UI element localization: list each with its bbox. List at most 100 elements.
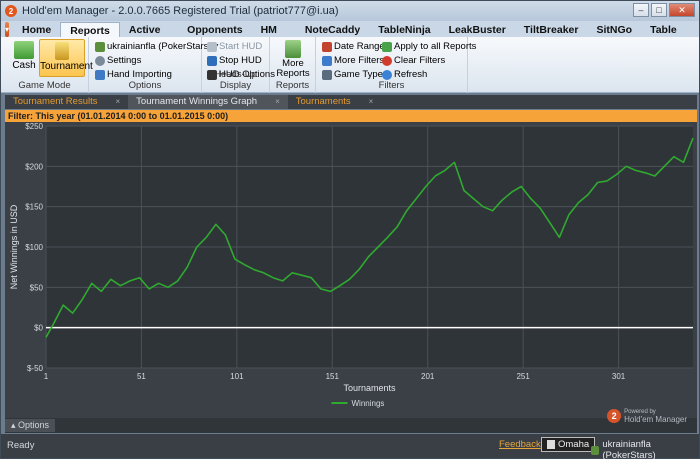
calendar-icon [322, 41, 332, 52]
active-player-text: ukrainianfla (PokerStars) [602, 439, 656, 459]
game-type-indicator[interactable]: Omaha [541, 437, 596, 452]
apply-icon [382, 41, 392, 52]
close-icon[interactable]: × [275, 95, 280, 109]
player-icon [95, 41, 105, 52]
y-tick-label: $-50 [27, 364, 44, 373]
legend-label: Winnings [352, 399, 385, 408]
player-selector[interactable]: ukrainianfla (PokerStars) ▾ [95, 40, 218, 53]
feedback-link[interactable]: Feedback [499, 439, 541, 450]
more-filters-button[interactable]: More Filters [322, 54, 384, 67]
stop-icon [207, 55, 217, 66]
tab-tableninja[interactable]: TableNinja [369, 22, 439, 38]
options-toggle-button[interactable]: ▴ Options [5, 419, 56, 432]
tab-opponents[interactable]: Opponents [178, 22, 251, 38]
tab-tournaments-label: Tournaments [295, 96, 351, 107]
cash-icon [14, 41, 34, 59]
tab-tournament-winnings-graph[interactable]: Tournament Winnings Graph × [128, 95, 288, 109]
settings-button[interactable]: Settings [95, 54, 141, 67]
minimize-button[interactable]: – [633, 3, 649, 17]
game-mode-group-label: Game Mode [18, 80, 71, 91]
x-tick-label: 1 [44, 372, 49, 381]
import-icon [95, 69, 105, 80]
tab-active-session[interactable]: Active Session [120, 22, 178, 52]
game-type-text: Omaha [558, 439, 590, 450]
more-filters-label: More Filters [334, 55, 385, 66]
stop-hud-label: Stop HUD [219, 55, 262, 66]
reports-group-label: Reports [275, 80, 310, 91]
tab-leakbuster[interactable]: LeakBuster [440, 22, 515, 38]
title-bar: 2 Hold'em Manager - 2.0.0.7665 Registere… [1, 1, 699, 21]
hud-group-label: Heads-Up Display [214, 69, 257, 91]
holdem-manager-logo-icon: 2 [5, 5, 17, 17]
card-icon [547, 440, 555, 449]
app-menu-button[interactable]: ▾ [5, 22, 10, 37]
winnings-chart: $-50$0$50$100$150$200$2501 51 101 151 201 251… [9, 122, 694, 408]
maximize-button[interactable]: □ [651, 3, 667, 17]
report-icon [285, 40, 301, 58]
settings-label: Settings [107, 55, 142, 66]
y-tick-label: $100 [25, 243, 43, 252]
chevron-up-icon: ▴ [11, 420, 19, 430]
player-icon [591, 445, 600, 455]
tab-reports[interactable]: Reports [60, 22, 120, 38]
apply-to-all-reports-button[interactable]: Apply to all Reports [382, 40, 476, 53]
apply-to-all-reports-label: Apply to all Reports [394, 41, 477, 52]
tab-notecaddy[interactable]: NoteCaddy [296, 22, 369, 38]
y-tick-label: $0 [34, 324, 43, 333]
options-group-label: Options [128, 80, 162, 91]
tab-sitngo-wizard[interactable]: SitNGo Wizard 2 [587, 22, 641, 68]
powered-by-badge: 2 Powered by Hold'em Manager [607, 409, 687, 424]
tab-table-scanner[interactable]: Table Scanner 2 (Beta) [641, 22, 700, 68]
stop-hud-button[interactable]: Stop HUD [207, 54, 262, 67]
graph-options-bar: ▴ Options 2 Powered by Hold'em Manager [5, 409, 697, 433]
ribbon-tab-bar: ▾ Home Reports Active Session Opponents … [1, 21, 700, 68]
status-text: Ready [7, 440, 35, 451]
play-icon [207, 41, 217, 52]
x-tick-label: 301 [612, 372, 626, 381]
clear-filters-label: Clear Filters [394, 55, 446, 66]
options-group: ukrainianfla (PokerStars) ▾ Settings Han… [89, 37, 218, 93]
filter-icon [322, 55, 332, 66]
more-reports-label: More Reports [276, 58, 310, 79]
tab-home[interactable]: Home [13, 22, 60, 38]
y-tick-label: $150 [25, 203, 43, 212]
clear-filters-button[interactable]: Clear Filters [382, 54, 445, 67]
filters-group-label: Filters [378, 80, 405, 91]
x-tick-label: 201 [421, 372, 435, 381]
close-icon[interactable]: × [369, 95, 374, 109]
start-hud-button[interactable]: Start HUD [207, 40, 262, 53]
tournament-button[interactable]: Tournament [39, 39, 93, 77]
x-tick-label: 101 [230, 372, 244, 381]
close-button[interactable]: ✕ [669, 3, 695, 17]
more-reports-button[interactable]: More Reports [272, 38, 314, 79]
status-bar: Ready Feedback Omaha ukrainianfla (Poker… [1, 434, 699, 459]
game-mode-group: Cash Tournament Game Mode [1, 37, 93, 93]
x-axis-label: Tournaments [343, 383, 396, 393]
refresh-icon [382, 69, 392, 80]
app-window: 2 Hold'em Manager - 2.0.0.7665 Registere… [0, 0, 700, 459]
y-tick-label: $200 [25, 162, 43, 171]
cards-icon [322, 69, 332, 80]
tab-tournament-results-label: Tournament Results [13, 96, 98, 107]
winnings-graph: $-50 $0 $50 $100 $150 $200 $250 1 51 101 151 201 251… [5, 122, 697, 418]
tab-tournament-winnings-graph-label: Tournament Winnings Graph [136, 96, 258, 107]
tab-tiltbreaker[interactable]: TiltBreaker [515, 22, 588, 38]
x-tick-label: 151 [326, 372, 340, 381]
y-tick-label: $250 [25, 122, 43, 131]
player-selector-label: ukrainianfla (PokerStars) [107, 41, 212, 52]
gear-icon [95, 55, 105, 66]
reports-group: More Reports Reports [270, 37, 316, 93]
hud-group: Start HUD Stop HUD HUD Options Heads-Up … [202, 37, 275, 93]
powered-by-name: Hold'em Manager [624, 415, 687, 424]
window-title: Hold'em Manager - 2.0.0.7665 Registered … [22, 5, 339, 17]
active-player-indicator[interactable]: ukrainianfla (PokerStars) [591, 439, 699, 459]
tab-tournament-results[interactable]: Tournament Results × [5, 95, 128, 109]
date-range-label: Date Range [334, 41, 385, 52]
filters-group: Date Range ▾ More Filters Game Type ▾ Ap… [316, 37, 476, 93]
tab-hm-apps[interactable]: HM Apps [252, 22, 296, 52]
options-label: Options [18, 420, 50, 430]
close-icon[interactable]: × [115, 95, 120, 109]
tab-tournaments[interactable]: Tournaments × [288, 95, 382, 109]
x-tick-label: 251 [516, 372, 530, 381]
document-tab-strip: Tournament Results × Tournament Winnings… [5, 95, 697, 109]
